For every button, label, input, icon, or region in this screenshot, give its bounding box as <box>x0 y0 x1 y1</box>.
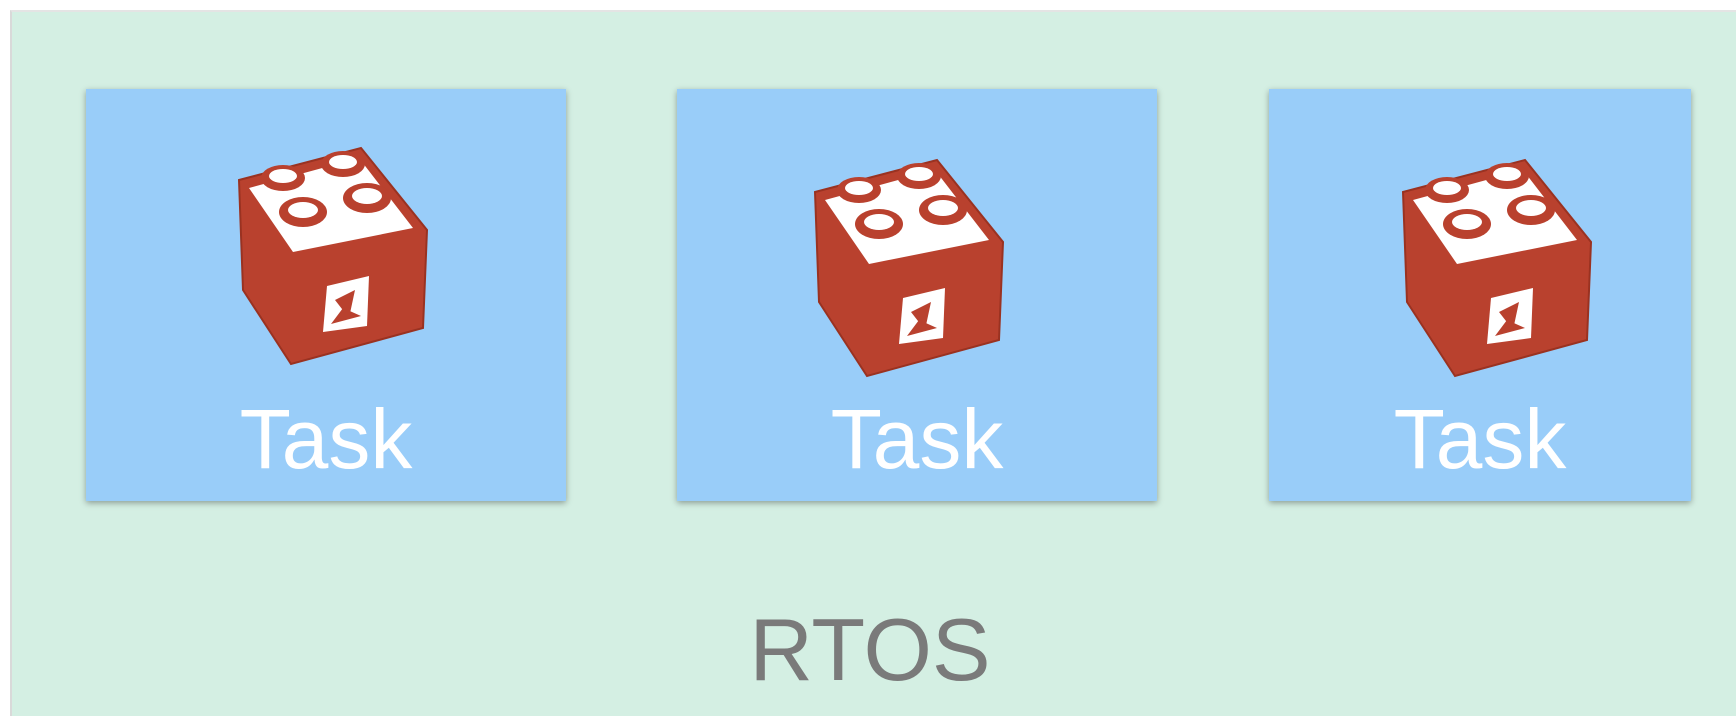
task-label: Task <box>830 392 1004 486</box>
task-box-3: Task <box>1269 89 1691 501</box>
task-box-1: Task <box>86 89 566 501</box>
lego-brick-icon <box>231 140 431 370</box>
task-label: Task <box>239 392 413 486</box>
lego-brick-icon <box>807 152 1007 382</box>
lego-brick-icon <box>1395 152 1595 382</box>
task-label: Task <box>1393 392 1567 486</box>
task-box-2: Task <box>677 89 1157 501</box>
diagram-canvas: Task Task Task RTOS <box>0 0 1736 716</box>
rtos-label: RTOS <box>749 600 991 699</box>
